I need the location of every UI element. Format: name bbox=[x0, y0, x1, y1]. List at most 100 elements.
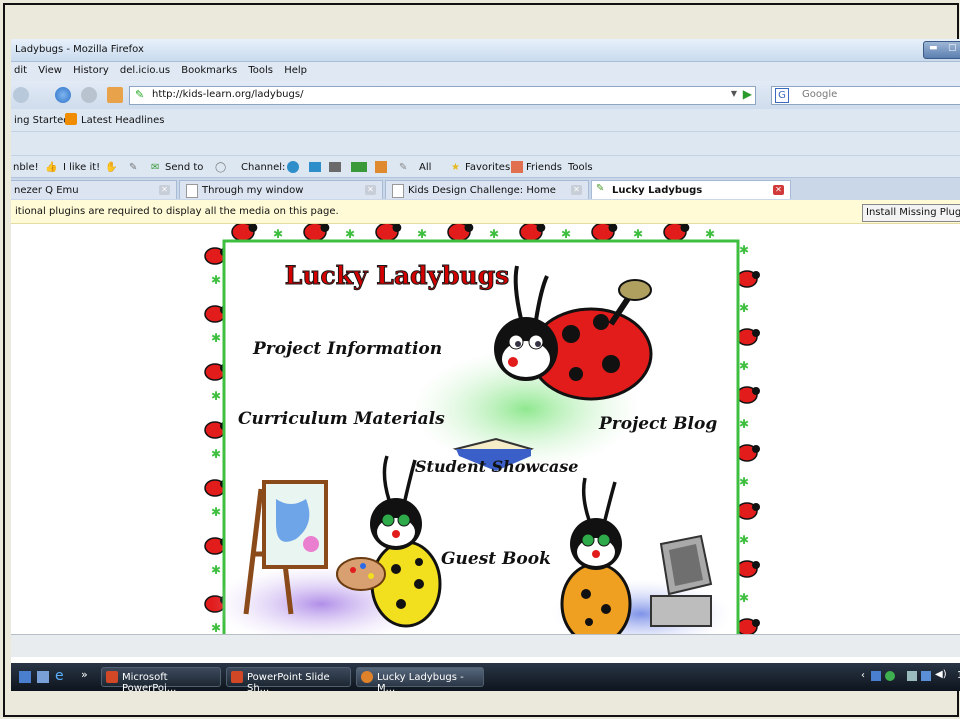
tab-kids-design-challenge[interactable]: Kids Design Challenge: Home ✕ bbox=[385, 180, 589, 199]
border-ladybug-head-icon bbox=[752, 503, 760, 511]
bookmarks-toolbar: ing Started Latest Headlines bbox=[11, 109, 960, 131]
close-icon[interactable]: ✕ bbox=[571, 185, 582, 195]
taskbar-item-firefox[interactable]: Lucky Ladybugs - M... bbox=[356, 667, 484, 691]
taskbar-item-label[interactable]: Microsoft PowerPoi... bbox=[122, 672, 220, 691]
menu-view[interactable]: View bbox=[38, 65, 62, 76]
tab-lucky-ladybugs[interactable]: ✎ Lucky Ladybugs ✕ bbox=[591, 180, 791, 199]
tab-label[interactable]: Through my window bbox=[202, 185, 303, 196]
search-box[interactable]: G Google bbox=[771, 86, 960, 105]
minimize-icon[interactable]: ▬ bbox=[929, 43, 938, 53]
slideshow-icon bbox=[231, 671, 243, 683]
tray-expand-icon[interactable]: ‹ bbox=[861, 670, 865, 681]
menu-history[interactable]: History bbox=[73, 65, 109, 76]
display-icon[interactable] bbox=[921, 671, 931, 681]
power-icon[interactable] bbox=[907, 671, 917, 681]
network-icon[interactable] bbox=[871, 671, 881, 681]
tab-strip: nezer Q Emu ✕ Through my window ✕ Kids D… bbox=[11, 177, 960, 200]
border-ladybug-head-icon bbox=[752, 387, 760, 395]
stumble-button[interactable]: nble! bbox=[13, 162, 39, 173]
url-dropdown-icon[interactable]: ▼ bbox=[731, 89, 737, 98]
border-leaf-icon: ✱ bbox=[417, 227, 427, 241]
stop-icon[interactable] bbox=[81, 87, 97, 103]
toolbar-tools-button[interactable]: Tools bbox=[568, 162, 593, 173]
install-missing-plugins-button[interactable]: Install Missing Plugins... bbox=[862, 204, 960, 222]
border-leaf-icon: ✱ bbox=[211, 389, 221, 403]
curriculum-materials-link[interactable]: Curriculum Materials bbox=[238, 409, 445, 429]
switch-windows-icon[interactable] bbox=[37, 671, 49, 683]
google-icon[interactable]: G bbox=[775, 88, 789, 103]
tab-label[interactable]: nezer Q Emu bbox=[14, 185, 79, 196]
taskbar-item-label[interactable]: Lucky Ladybugs - M... bbox=[377, 672, 483, 691]
menu-tools[interactable]: Tools bbox=[248, 65, 273, 76]
home-icon[interactable] bbox=[107, 87, 123, 103]
window-title: Ladybugs - Mozilla Firefox bbox=[15, 44, 144, 55]
close-icon[interactable]: ✕ bbox=[365, 185, 376, 195]
tab-through-my-window[interactable]: Through my window ✕ bbox=[179, 180, 383, 199]
status-bar bbox=[11, 634, 960, 657]
volume-icon[interactable]: ◀) bbox=[935, 669, 947, 680]
menu-delicious[interactable]: del.icio.us bbox=[120, 65, 170, 76]
go-arrow-icon[interactable]: ▶ bbox=[743, 87, 752, 101]
all-button[interactable]: All bbox=[419, 162, 431, 173]
guest-book-link[interactable]: Guest Book bbox=[441, 549, 551, 569]
page-icon bbox=[392, 184, 404, 198]
taskbar-item-label[interactable]: PowerPoint Slide Sh... bbox=[247, 672, 350, 691]
border-leaf-icon: ✱ bbox=[211, 447, 221, 461]
close-icon[interactable]: ✕ bbox=[159, 185, 170, 195]
border-leaf-icon: ✱ bbox=[489, 227, 499, 241]
people-icon[interactable] bbox=[375, 161, 387, 173]
maximize-icon[interactable]: ▢ bbox=[948, 43, 957, 53]
search-placeholder[interactable]: Google bbox=[802, 89, 837, 100]
url-bar[interactable]: ✎ http://kids-learn.org/ladybugs/ ▼ ▶ bbox=[129, 86, 756, 105]
security-icon[interactable] bbox=[885, 671, 895, 681]
bookmark-getting-started[interactable]: ing Started bbox=[14, 115, 70, 126]
taskbar-item-powerpoint[interactable]: Microsoft PowerPoi... bbox=[101, 667, 221, 691]
thumbs-down-icon[interactable]: ✋ bbox=[105, 162, 117, 173]
show-desktop-icon[interactable] bbox=[19, 671, 31, 683]
reload-icon[interactable] bbox=[55, 87, 71, 103]
comment-icon[interactable]: ◯ bbox=[215, 162, 226, 173]
send-icon: ✉ bbox=[151, 162, 160, 173]
menu-edit[interactable]: dit bbox=[14, 65, 27, 76]
border-leaf-icon: ✱ bbox=[561, 227, 571, 241]
border-leaf-icon: ✱ bbox=[211, 563, 221, 577]
taskbar-item-slideshow[interactable]: PowerPoint Slide Sh... bbox=[226, 667, 351, 691]
globe-icon[interactable] bbox=[287, 161, 299, 173]
tag2-icon[interactable]: ✎ bbox=[399, 162, 407, 173]
favorites-button[interactable]: Favorites bbox=[465, 162, 510, 173]
slide-frame: Ladybugs - Mozilla Firefox ▬ ▢ dit View … bbox=[3, 3, 960, 717]
news-icon[interactable] bbox=[351, 162, 367, 172]
window-controls[interactable]: ▬ ▢ bbox=[923, 41, 960, 59]
tab-label[interactable]: Lucky Ladybugs bbox=[612, 185, 702, 196]
close-icon[interactable]: ✕ bbox=[773, 185, 784, 195]
menu-help[interactable]: Help bbox=[284, 65, 307, 76]
i-like-it-button[interactable]: I like it! bbox=[63, 162, 100, 173]
student-showcase-link[interactable]: Student Showcase bbox=[415, 457, 578, 476]
title-bar: Ladybugs - Mozilla Firefox ▬ ▢ bbox=[11, 39, 960, 62]
project-blog-link[interactable]: Project Blog bbox=[598, 414, 717, 434]
tag-icon[interactable]: ✎ bbox=[129, 162, 137, 173]
url-text[interactable]: http://kids-learn.org/ladybugs/ bbox=[152, 89, 303, 100]
windows-taskbar: e » Microsoft PowerPoi... PowerPoint Sli… bbox=[11, 663, 960, 691]
powerpoint-icon bbox=[106, 671, 118, 683]
tab-emu[interactable]: nezer Q Emu ✕ bbox=[11, 180, 177, 199]
friends-button[interactable]: Friends bbox=[526, 162, 562, 173]
bookmark-latest-headlines[interactable]: Latest Headlines bbox=[81, 115, 165, 126]
border-leaf-icon: ✱ bbox=[211, 621, 221, 634]
tab-label[interactable]: Kids Design Challenge: Home bbox=[408, 185, 556, 196]
forward-arrow-icon[interactable] bbox=[13, 87, 29, 103]
border-leaf-icon: ✱ bbox=[739, 591, 749, 605]
star-icon: ★ bbox=[451, 162, 460, 173]
border-leaf-icon: ✱ bbox=[633, 227, 643, 241]
border-leaf-icon: ✱ bbox=[739, 533, 749, 547]
project-information-link[interactable]: Project Information bbox=[252, 339, 442, 359]
send-to-button[interactable]: Send to bbox=[165, 162, 203, 173]
plugin-notification-bar: itional plugins are required to display … bbox=[11, 200, 960, 224]
menu-bookmarks[interactable]: Bookmarks bbox=[181, 65, 237, 76]
border-leaf-icon: ✱ bbox=[211, 505, 221, 519]
more-chevron-icon[interactable]: » bbox=[81, 668, 88, 681]
internet-explorer-icon[interactable]: e bbox=[55, 668, 64, 684]
camera-icon[interactable] bbox=[329, 162, 341, 172]
page-icon bbox=[186, 184, 198, 198]
video-icon[interactable] bbox=[309, 162, 321, 172]
